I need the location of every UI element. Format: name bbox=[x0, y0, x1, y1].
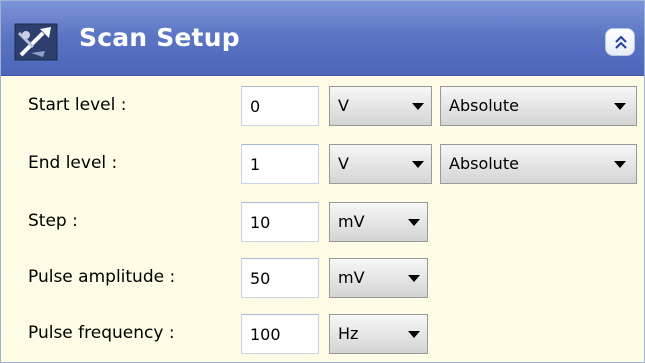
dropdown-arrow-icon bbox=[408, 331, 420, 338]
start-level-row: Start level : V Absolute bbox=[1, 83, 644, 133]
end-level-unit-value: V bbox=[338, 154, 349, 173]
end-level-unit-select[interactable]: V bbox=[329, 144, 432, 184]
step-unit-select[interactable]: mV bbox=[329, 202, 428, 242]
dropdown-arrow-icon bbox=[412, 161, 424, 168]
end-level-input[interactable] bbox=[241, 144, 319, 184]
collapse-button[interactable] bbox=[605, 28, 635, 56]
start-level-unit-value: V bbox=[338, 96, 349, 115]
pulse-frequency-label: Pulse frequency : bbox=[28, 323, 175, 343]
end-level-mode-value: Absolute bbox=[449, 154, 519, 173]
start-level-mode-value: Absolute bbox=[449, 96, 519, 115]
dropdown-arrow-icon bbox=[408, 219, 420, 226]
dropdown-arrow-icon bbox=[412, 103, 424, 110]
start-level-input[interactable] bbox=[241, 86, 319, 126]
double-chevron-up-icon bbox=[615, 35, 627, 49]
step-row: Step : mV bbox=[1, 199, 644, 249]
step-input[interactable] bbox=[241, 202, 319, 242]
scan-tool-icon bbox=[13, 21, 63, 63]
pulse-frequency-row: Pulse frequency : Hz bbox=[1, 311, 644, 361]
dropdown-arrow-icon bbox=[408, 275, 420, 282]
end-level-mode-select[interactable]: Absolute bbox=[440, 144, 637, 184]
step-label: Step : bbox=[28, 211, 78, 231]
pulse-frequency-unit-value: Hz bbox=[338, 324, 359, 343]
dropdown-arrow-icon bbox=[614, 103, 626, 110]
panel-header[interactable]: Scan Setup bbox=[1, 1, 644, 76]
pulse-amplitude-unit-value: mV bbox=[338, 268, 365, 287]
start-level-label: Start level : bbox=[28, 95, 127, 115]
end-level-label: End level : bbox=[28, 153, 118, 173]
pulse-frequency-input[interactable] bbox=[241, 314, 319, 354]
pulse-amplitude-unit-select[interactable]: mV bbox=[329, 258, 428, 298]
panel-title: Scan Setup bbox=[79, 23, 240, 52]
pulse-amplitude-label: Pulse amplitude : bbox=[28, 267, 176, 287]
pulse-amplitude-input[interactable] bbox=[241, 258, 319, 298]
dropdown-arrow-icon bbox=[614, 161, 626, 168]
scan-setup-panel: Scan Setup Start level : V Absolute End … bbox=[0, 0, 645, 363]
pulse-amplitude-row: Pulse amplitude : mV bbox=[1, 255, 644, 305]
start-level-unit-select[interactable]: V bbox=[329, 86, 432, 126]
pulse-frequency-unit-select[interactable]: Hz bbox=[329, 314, 428, 354]
step-unit-value: mV bbox=[338, 212, 365, 231]
start-level-mode-select[interactable]: Absolute bbox=[440, 86, 637, 126]
end-level-row: End level : V Absolute bbox=[1, 141, 644, 191]
